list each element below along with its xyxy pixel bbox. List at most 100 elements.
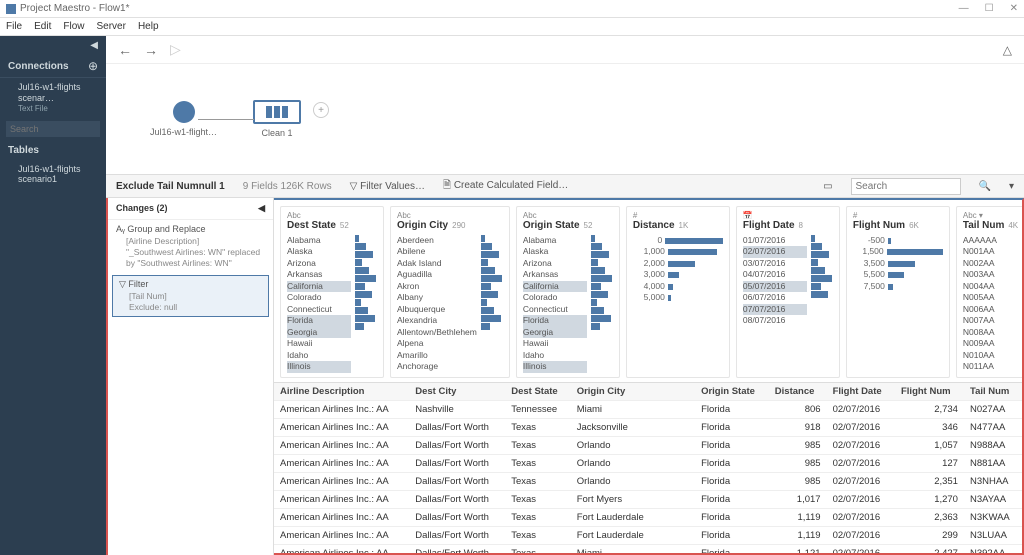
profile-value[interactable]: Florida xyxy=(523,315,587,326)
change-filter[interactable]: ▽ Filter [Tail Num] Exclude: null xyxy=(112,275,269,317)
profile-value[interactable]: Albany xyxy=(397,292,477,303)
column-header[interactable]: Airline Description xyxy=(274,383,409,401)
profile-value[interactable]: Colorado xyxy=(523,292,587,303)
column-header[interactable]: Distance xyxy=(769,383,827,401)
profile-value[interactable]: Arizona xyxy=(523,258,587,269)
add-step-icon[interactable]: + xyxy=(313,102,329,118)
forward-arrow-icon[interactable]: → xyxy=(144,42,158,58)
add-connection-icon[interactable]: ⊕ xyxy=(88,59,98,73)
menu-flow[interactable]: Flow xyxy=(63,21,84,32)
profile-value[interactable]: N001AA xyxy=(963,246,1022,257)
change-group-replace[interactable]: Aᵧ Group and Replace [Airline Descriptio… xyxy=(108,220,273,273)
profile-value[interactable]: Adak Island xyxy=(397,258,477,269)
profile-value[interactable]: Florida xyxy=(287,315,351,326)
profile-value[interactable]: 07/07/2016 xyxy=(743,304,807,315)
profile-value[interactable]: N002AA xyxy=(963,258,1022,269)
profile-value[interactable]: Anchorage xyxy=(397,361,477,372)
profile-value[interactable]: Arkansas xyxy=(523,269,587,280)
profile-flight-num[interactable]: #Flight Num6K-5001,5003,5005,5007,500 xyxy=(846,206,950,378)
column-header[interactable]: Flight Date xyxy=(827,383,895,401)
table-row[interactable]: American Airlines Inc.: AANashvilleTenne… xyxy=(274,400,1022,418)
menu-help[interactable]: Help xyxy=(138,21,159,32)
profile-value[interactable]: 06/07/2016 xyxy=(743,292,807,303)
menu-server[interactable]: Server xyxy=(96,21,125,32)
table-item[interactable]: Jul16-w1-flights scenario1 xyxy=(0,160,106,188)
profile-value[interactable]: 08/07/2016 xyxy=(743,315,807,326)
profile-value[interactable]: Amarillo xyxy=(397,350,477,361)
profile-value[interactable]: Abilene xyxy=(397,246,477,257)
profile-value[interactable]: N010AA xyxy=(963,350,1022,361)
profile-value[interactable]: Illinois xyxy=(523,361,587,372)
menu-chevron-icon[interactable]: ▾ xyxy=(1009,181,1014,192)
profile-dest-state[interactable]: AbcDest State52AlabamaAlaskaArizonaArkan… xyxy=(280,206,384,378)
profile-value[interactable]: 04/07/2016 xyxy=(743,269,807,280)
create-calc-field-button[interactable]: 🗎 Create Calculated Field… xyxy=(443,178,568,195)
profile-value[interactable]: Aguadilla xyxy=(397,269,477,280)
profile-value[interactable]: N007AA xyxy=(963,315,1022,326)
menu-edit[interactable]: Edit xyxy=(34,21,51,32)
table-row[interactable]: American Airlines Inc.: AADallas/Fort Wo… xyxy=(274,472,1022,490)
profile-flight-date[interactable]: 📅Flight Date801/07/201602/07/201603/07/2… xyxy=(736,206,840,378)
column-header[interactable]: Dest State xyxy=(505,383,570,401)
run-flow-icon[interactable]: ▷ xyxy=(170,41,181,58)
profile-value[interactable]: Alaska xyxy=(523,246,587,257)
profile-value[interactable]: Arizona xyxy=(287,258,351,269)
profile-value[interactable]: N005AA xyxy=(963,292,1022,303)
profile-value[interactable]: California xyxy=(523,281,587,292)
profile-value[interactable]: N003AA xyxy=(963,269,1022,280)
profile-value[interactable]: Connecticut xyxy=(523,304,587,315)
changes-collapse-icon[interactable]: ◀ xyxy=(258,203,265,214)
profile-value[interactable]: Georgia xyxy=(287,327,351,338)
menu-file[interactable]: File xyxy=(6,21,22,32)
column-header[interactable]: Origin City xyxy=(571,383,695,401)
table-row[interactable]: American Airlines Inc.: AADallas/Fort Wo… xyxy=(274,490,1022,508)
view-toggle-icon[interactable]: ▭ xyxy=(823,181,832,192)
connection-item[interactable]: Jul16-w1-flights scenar… Text File xyxy=(0,78,106,117)
profile-value[interactable]: Idaho xyxy=(287,350,351,361)
sidebar-collapse[interactable]: ◀ xyxy=(0,36,106,55)
flow-canvas[interactable]: Jul16-w1-flight… Clean 1 + xyxy=(106,64,1024,174)
profile-value[interactable]: Georgia xyxy=(523,327,587,338)
search-icon[interactable]: 🔍 xyxy=(979,181,991,192)
profile-value[interactable]: N011AA xyxy=(963,361,1022,372)
profile-value[interactable]: 05/07/2016 xyxy=(743,281,807,292)
profile-value[interactable]: Arkansas xyxy=(287,269,351,280)
profile-value[interactable]: 01/07/2016 xyxy=(743,235,807,246)
profile-search-input[interactable] xyxy=(851,178,961,195)
back-arrow-icon[interactable]: ← xyxy=(118,42,132,58)
profile-value[interactable]: Akron xyxy=(397,281,477,292)
minimize-button[interactable]: — xyxy=(959,3,969,14)
profile-value[interactable]: AAAAAA xyxy=(963,235,1022,246)
profile-value[interactable]: Alexandria xyxy=(397,315,477,326)
profile-value[interactable]: Alabama xyxy=(523,235,587,246)
table-row[interactable]: American Airlines Inc.: AADallas/Fort Wo… xyxy=(274,508,1022,526)
profile-value[interactable]: N009AA xyxy=(963,338,1022,349)
sidebar-search-input[interactable] xyxy=(6,121,100,137)
profile-value[interactable]: California xyxy=(287,281,351,292)
table-row[interactable]: American Airlines Inc.: AADallas/Fort Wo… xyxy=(274,436,1022,454)
table-row[interactable]: American Airlines Inc.: AADallas/Fort Wo… xyxy=(274,418,1022,436)
profile-origin-state[interactable]: AbcOrigin State52AlabamaAlaskaArizonaArk… xyxy=(516,206,620,378)
table-row[interactable]: American Airlines Inc.: AADallas/Fort Wo… xyxy=(274,454,1022,472)
filter-values-button[interactable]: ▽ Filter Values… xyxy=(350,181,425,192)
profile-value[interactable]: 03/07/2016 xyxy=(743,258,807,269)
close-button[interactable]: ✕ xyxy=(1010,3,1018,14)
profile-distance[interactable]: #Distance1K01,0002,0003,0004,0005,000 xyxy=(626,206,730,378)
profile-value[interactable]: Albuquerque xyxy=(397,304,477,315)
alert-icon[interactable]: △ xyxy=(1003,43,1012,57)
profile-value[interactable]: Illinois xyxy=(287,361,351,372)
profile-value[interactable]: Alpena xyxy=(397,338,477,349)
clean-node[interactable]: Clean 1 xyxy=(253,100,301,138)
profile-value[interactable]: N004AA xyxy=(963,281,1022,292)
profile-value[interactable]: Allentown/Bethlehem xyxy=(397,327,477,338)
column-header[interactable]: Tail Num xyxy=(964,383,1022,401)
profile-value[interactable]: Connecticut xyxy=(287,304,351,315)
profile-value[interactable]: Hawaii xyxy=(287,338,351,349)
profile-value[interactable]: Alabama xyxy=(287,235,351,246)
profile-value[interactable]: N008AA xyxy=(963,327,1022,338)
maximize-button[interactable]: ☐ xyxy=(985,3,994,14)
profile-value[interactable]: Colorado xyxy=(287,292,351,303)
table-row[interactable]: American Airlines Inc.: AADallas/Fort Wo… xyxy=(274,544,1022,553)
profile-value[interactable]: Hawaii xyxy=(523,338,587,349)
profile-value[interactable]: Idaho xyxy=(523,350,587,361)
